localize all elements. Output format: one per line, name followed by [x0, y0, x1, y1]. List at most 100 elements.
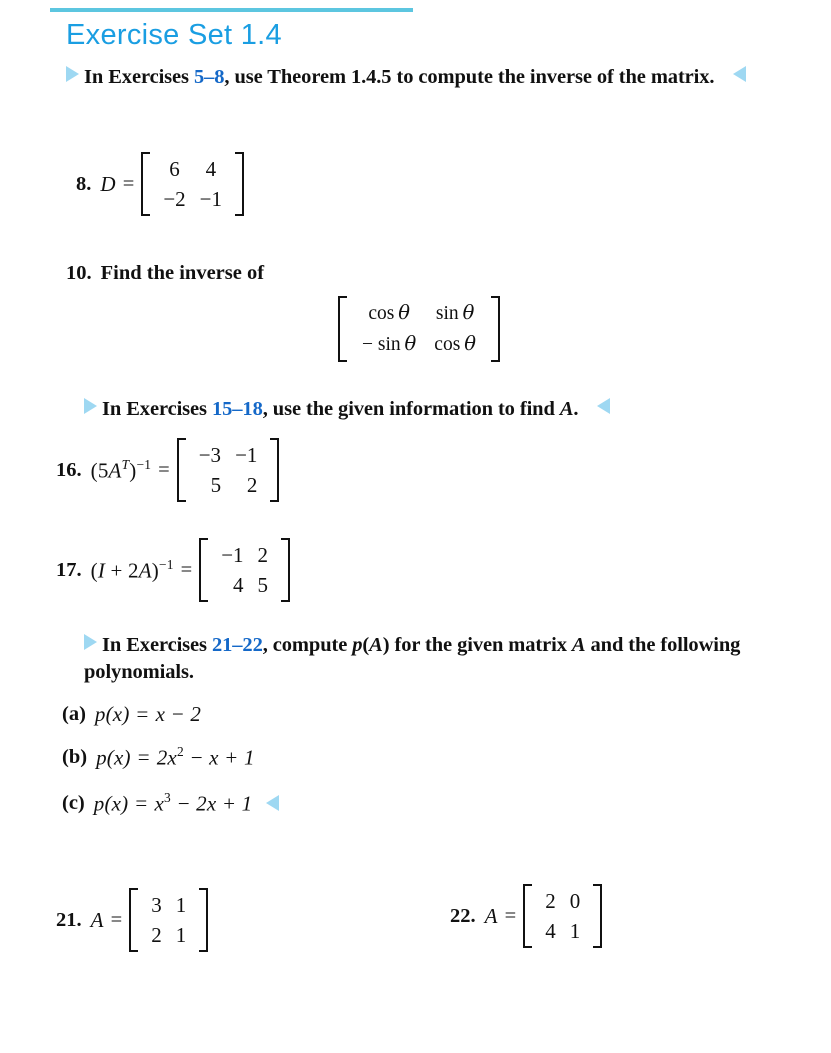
polynomial-expression: p(x) = x3 − 2x + 1: [93, 790, 253, 816]
problem-number: 21.: [56, 908, 82, 931]
matrix-cell: 1: [175, 893, 187, 917]
triangle-right-icon: [66, 66, 79, 82]
matrix-symbol-A: A: [369, 634, 383, 656]
page-title: Exercise Set 1.4: [66, 19, 282, 51]
bracket-right: [235, 152, 244, 216]
theta-symbol: θ: [462, 301, 475, 324]
theta-symbol: θ: [398, 301, 410, 324]
matrix-cell: 1: [175, 923, 187, 947]
matrix-cell: cos θ: [434, 332, 476, 355]
matrix-rotation: cos θ sin θ − sin θ cos θ: [338, 296, 500, 362]
polynomial-a: (a) p(x) = x − 2: [62, 702, 201, 727]
matrix-cell: 6: [169, 157, 180, 181]
expression-I-plus-2A-inverse: (I + 2A)−1: [90, 556, 174, 583]
intro-rest: , use the given information to find: [262, 398, 560, 420]
exercise-intro-5-8: In Exercises 5–8, use Theorem 1.4.5 to c…: [66, 64, 786, 91]
matrix-cell: −1: [199, 187, 222, 211]
matrix-cell: 2: [246, 473, 258, 497]
matrix-cell: 0: [569, 889, 581, 913]
matrix-cell: 2: [151, 923, 162, 947]
exercise-range-5-8: 5–8: [193, 66, 225, 88]
equals-sign: =: [158, 458, 170, 481]
exercise-intro-15-18: In Exercises 15–18, use the given inform…: [84, 396, 784, 423]
bracket-left: [199, 538, 209, 602]
polynomial-expression: p(x) = 2x2 − x + 1: [96, 744, 255, 770]
problem-8: 8. D = 6 4 −2 −1: [76, 152, 244, 216]
matrix-cells: −1 2 4 5: [208, 538, 281, 602]
bracket-left: [141, 152, 151, 216]
equals-sign: =: [110, 908, 123, 931]
problem-10-matrix-wrap: cos θ sin θ − sin θ cos θ: [338, 296, 500, 362]
polynomial-expression: p(x) = x − 2: [94, 702, 202, 726]
exercise-range-15-18: 15–18: [211, 398, 263, 420]
bracket-right: [281, 538, 291, 602]
bracket-left: [129, 888, 139, 952]
matrix-cell: 2: [257, 543, 269, 567]
matrix-21: 3 1 2 1: [129, 888, 209, 952]
matrix-cells: cos θ sin θ − sin θ cos θ: [347, 296, 491, 362]
textbook-page: Exercise Set 1.4 In Exercises 5–8, use T…: [0, 0, 831, 1053]
problem-number: 17.: [56, 558, 82, 581]
matrix-cell: 2: [545, 889, 556, 913]
matrix-cell: −3: [198, 443, 222, 467]
matrix-cell: cos θ: [368, 301, 410, 324]
equals-sign: =: [180, 558, 193, 581]
intro-lead-in: In Exercises: [102, 634, 212, 656]
problem-number: 22.: [450, 904, 476, 927]
matrix-cell: −1: [235, 443, 258, 467]
problem-10: 10. Find the inverse of: [66, 262, 264, 285]
function-symbol-p: p: [352, 634, 363, 656]
bracket-right: [199, 888, 209, 952]
matrix-cell: 4: [205, 157, 217, 181]
matrix-cell: 4: [545, 919, 556, 943]
problem-16: 16. (5AT)−1 = −3 −1 5 2: [56, 438, 280, 502]
matrix-cell: 3: [151, 893, 162, 917]
matrix-cell: 5: [210, 473, 222, 497]
expression-5AT-inverse: (5AT)−1: [90, 456, 152, 483]
equals-sign: =: [122, 172, 135, 195]
bracket-right: [593, 884, 603, 948]
bracket-left: [176, 438, 186, 502]
problem-22: 22. A = 2 0 4 1: [450, 884, 603, 948]
bracket-right: [490, 296, 500, 362]
matrix-cells: 3 1 2 1: [138, 888, 199, 952]
matrix-cell: −1: [221, 543, 244, 567]
triangle-left-icon: [597, 398, 611, 414]
triangle-right-icon: [84, 634, 97, 650]
theta-symbol: θ: [404, 332, 417, 355]
matrix-cell: −2: [163, 187, 186, 211]
matrix-symbol-A-2: A: [571, 634, 586, 656]
matrix-16: −3 −1 5 2: [176, 438, 280, 502]
matrix-17: −1 2 4 5: [199, 538, 291, 602]
intro-terminator: .: [573, 398, 579, 420]
problem-10-prompt: Find the inverse of: [100, 262, 265, 284]
intro-rest-b: for the given matrix: [389, 634, 572, 656]
intro-lead-in: In Exercises: [102, 398, 212, 420]
exponent: 3: [163, 790, 171, 805]
triangle-left-icon: [266, 795, 280, 812]
equals-sign: =: [504, 904, 517, 927]
problem-number: 10.: [66, 262, 92, 284]
problem-17: 17. (I + 2A)−1 = −1 2 4 5: [56, 538, 291, 602]
matrix-cell: 4: [233, 573, 244, 597]
matrix-symbol-A: A: [559, 398, 574, 420]
bracket-right: [270, 438, 280, 502]
polynomial-c: (c) p(x) = x3 − 2x + 1: [62, 790, 280, 816]
matrix-cell: 1: [569, 919, 581, 943]
polynomial-b: (b) p(x) = 2x2 − x + 1: [62, 744, 255, 770]
triangle-left-icon: [733, 66, 747, 82]
intro-lead-in: In Exercises: [84, 66, 194, 88]
bracket-left: [523, 884, 533, 948]
intro-rest-a: , compute: [262, 634, 353, 656]
problem-number: 16.: [56, 458, 82, 481]
exponent: 2: [176, 744, 184, 759]
matrix-22: 2 0 4 1: [523, 884, 603, 948]
problem-21: 21. A = 3 1 2 1: [56, 888, 209, 952]
matrix-cell: sin θ: [435, 301, 475, 324]
matrix-label-A: A: [484, 903, 498, 928]
header-rule: [50, 8, 413, 12]
intro-rest: , use Theorem 1.4.5 to compute the inver…: [224, 66, 715, 88]
matrix-cell: 5: [257, 573, 269, 597]
exercise-intro-21-22: In Exercises 21–22, compute p(A) for the…: [84, 632, 814, 686]
exercise-range-21-22: 21–22: [211, 634, 263, 656]
